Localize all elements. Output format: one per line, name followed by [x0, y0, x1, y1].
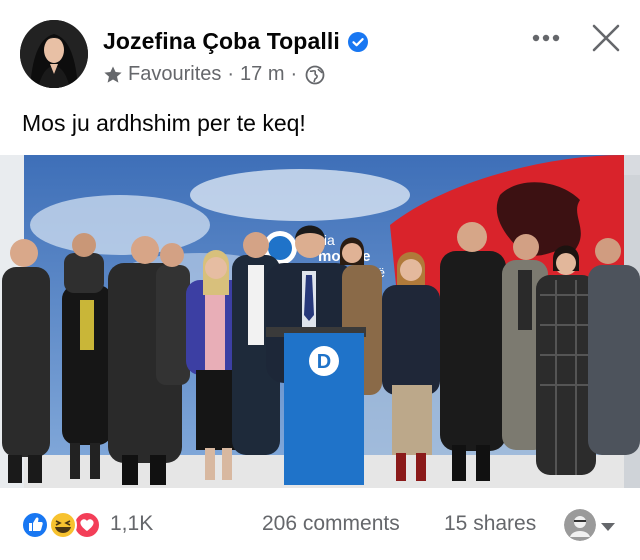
star-icon [103, 65, 123, 85]
close-button[interactable] [588, 20, 624, 56]
reaction-count[interactable]: 1,1K [110, 512, 153, 536]
post-footer: 1,1K 206 comments 15 shares [0, 500, 640, 550]
viewer-avatar[interactable] [564, 509, 596, 541]
meta-separator: · [290, 63, 298, 85]
close-icon [592, 24, 620, 52]
more-options-button[interactable] [528, 24, 564, 52]
audience-label[interactable]: Favourites [128, 63, 221, 86]
author-name[interactable]: Jozefina Çoba Topalli [103, 28, 340, 55]
meta-separator: · [227, 63, 235, 85]
like-reaction-icon [21, 511, 49, 539]
post-caption: Mos ju ardhshim per te keq! [22, 110, 306, 136]
post-photo[interactable]: tia mo tike risë [0, 155, 640, 488]
caret-down-icon[interactable] [600, 520, 616, 532]
reaction-icons[interactable] [20, 510, 106, 540]
post-timestamp[interactable]: 17 m [240, 63, 284, 86]
shares-count-link[interactable]: 15 shares [444, 512, 536, 536]
haha-reaction-icon [49, 511, 77, 539]
globe-icon[interactable] [305, 65, 325, 85]
post-header: Jozefina Çoba Topalli Favourites · 17 m … [0, 0, 640, 100]
comments-count-link[interactable]: 206 comments [262, 512, 400, 536]
podium-logo: D [317, 351, 331, 373]
love-reaction-icon [73, 511, 101, 539]
verified-badge-icon [347, 31, 368, 52]
author-avatar[interactable] [20, 20, 88, 88]
